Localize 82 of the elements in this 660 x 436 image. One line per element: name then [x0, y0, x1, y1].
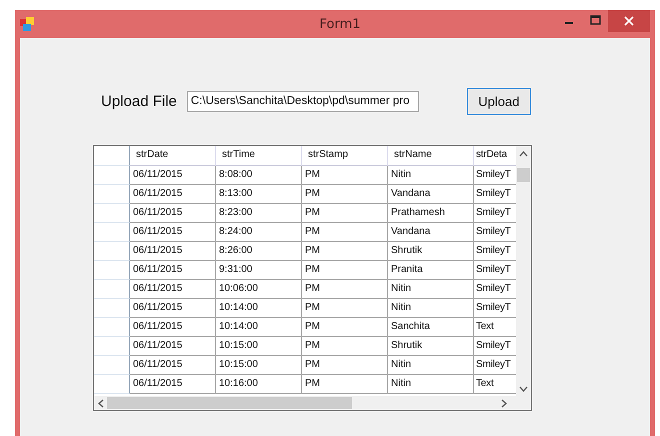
scroll-down-icon	[519, 385, 528, 393]
row-header[interactable]	[94, 223, 130, 242]
table-cell: PM	[302, 318, 388, 337]
upload-file-label: Upload File	[101, 93, 177, 110]
row-header[interactable]	[94, 261, 130, 280]
window-title: Form1	[318, 16, 362, 32]
table-cell: PM	[302, 166, 388, 185]
table-cell: 06/11/2015	[130, 337, 216, 356]
table-cell: Nitin	[388, 375, 474, 394]
column-header[interactable]: strDate	[130, 146, 216, 166]
table-cell: Shrutik	[388, 242, 474, 261]
row-header[interactable]	[94, 280, 130, 299]
row-header[interactable]	[94, 375, 130, 394]
scroll-thumb[interactable]	[107, 397, 352, 409]
row-header[interactable]	[94, 337, 130, 356]
scroll-right-icon	[500, 398, 508, 408]
table-cell: 06/11/2015	[130, 299, 216, 318]
table-cell: PM	[302, 223, 388, 242]
table-cell: 10:06:00	[216, 280, 302, 299]
table-cell: Sanchita	[388, 318, 474, 337]
table-cell: 8:23:00	[216, 204, 302, 223]
table-cell: 06/11/2015	[130, 166, 216, 185]
table-cell: Vandana	[388, 223, 474, 242]
table-cell: PM	[302, 375, 388, 394]
table-cell: Nitin	[388, 280, 474, 299]
vertical-scrollbar[interactable]	[516, 146, 531, 397]
table-cell: 10:16:00	[216, 375, 302, 394]
row-header[interactable]	[94, 242, 130, 261]
table-cell: 06/11/2015	[130, 204, 216, 223]
scroll-thumb[interactable]	[517, 168, 530, 182]
scroll-left-icon	[97, 398, 105, 408]
table-cell: 8:13:00	[216, 185, 302, 204]
table-cell: 10:14:00	[216, 318, 302, 337]
upload-button[interactable]: Upload	[466, 88, 531, 115]
table-cell: PM	[302, 356, 388, 375]
file-path-field[interactable]: C:\Users\Sanchita\Desktop\pd\summer pro	[186, 91, 419, 112]
column-header[interactable]: strTime	[216, 146, 302, 166]
table-cell: PM	[302, 337, 388, 356]
row-header[interactable]	[94, 204, 130, 223]
horizontal-scrollbar[interactable]	[94, 396, 516, 410]
table-cell: PM	[302, 280, 388, 299]
grid-corner	[94, 146, 130, 166]
table-cell: 8:24:00	[216, 223, 302, 242]
table-cell: Vandana	[388, 185, 474, 204]
table-cell: 06/11/2015	[130, 280, 216, 299]
row-header[interactable]	[94, 185, 130, 204]
table-cell: 8:08:00	[216, 166, 302, 185]
close-button[interactable]	[608, 10, 650, 32]
table-cell: 06/11/2015	[130, 223, 216, 242]
table-cell: PM	[302, 261, 388, 280]
scroll-up-icon	[519, 150, 528, 158]
table-cell: PM	[302, 204, 388, 223]
table-cell: Prathamesh	[388, 204, 474, 223]
table-cell: 10:14:00	[216, 299, 302, 318]
table-cell: 06/11/2015	[130, 318, 216, 337]
table-cell: Pranita	[388, 261, 474, 280]
table-cell: Nitin	[388, 166, 474, 185]
row-header[interactable]	[94, 299, 130, 318]
table-cell: PM	[302, 242, 388, 261]
table-cell: 06/11/2015	[130, 185, 216, 204]
table-cell: 10:15:00	[216, 356, 302, 375]
close-icon	[624, 16, 634, 26]
table-cell: Nitin	[388, 299, 474, 318]
table-cell: 8:26:00	[216, 242, 302, 261]
table-cell: 9:31:00	[216, 261, 302, 280]
table-cell: PM	[302, 299, 388, 318]
app-icon	[20, 17, 34, 31]
table-cell: PM	[302, 185, 388, 204]
row-header[interactable]	[94, 318, 130, 337]
table-cell: 06/11/2015	[130, 261, 216, 280]
table-cell: 10:15:00	[216, 337, 302, 356]
column-header[interactable]: strName	[388, 146, 474, 166]
minimize-icon	[565, 22, 573, 24]
row-header[interactable]	[94, 166, 130, 185]
table-cell: 06/11/2015	[130, 375, 216, 394]
table-cell: Shrutik	[388, 337, 474, 356]
row-header[interactable]	[94, 356, 130, 375]
maximize-icon	[590, 15, 600, 25]
column-header[interactable]: strStamp	[302, 146, 388, 166]
table-cell: 06/11/2015	[130, 356, 216, 375]
table-cell: 06/11/2015	[130, 242, 216, 261]
table-cell: Nitin	[388, 356, 474, 375]
